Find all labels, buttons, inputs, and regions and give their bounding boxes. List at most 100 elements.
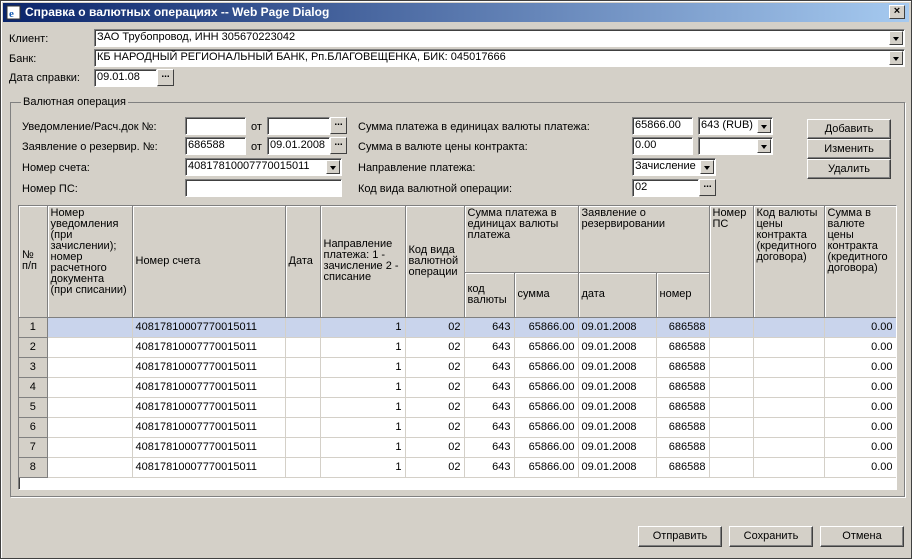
row-number-cell[interactable]: 1 [19,317,48,338]
row-number-cell[interactable]: 2 [19,337,48,358]
col-reserve-date-header[interactable]: дата [578,272,657,318]
reserve-date-cell[interactable]: 09.01.2008 [578,397,657,418]
reserve-date-field[interactable]: 09.01.2008 [267,137,330,155]
date-cell[interactable] [285,337,321,358]
reserve-number-cell[interactable]: 686588 [656,317,710,338]
title-bar[interactable]: e Справка о валютных операциях -- Web Pa… [3,3,909,22]
date-cell[interactable] [285,357,321,378]
account-cell[interactable]: 40817810007770015011 [132,437,286,458]
contract-currency-cell[interactable] [753,337,825,358]
reserve-date-cell[interactable]: 09.01.2008 [578,357,657,378]
chevron-down-icon[interactable] [326,160,340,174]
currency-cell[interactable]: 643 [464,337,515,358]
contract-amount-cell[interactable]: 0.00 [824,317,896,338]
reserve-number-cell[interactable]: 686588 [656,377,710,398]
op-code-picker-button[interactable]: ... [699,179,716,196]
notice-cell[interactable] [47,457,133,478]
account-select[interactable]: 40817810007770015011 [185,158,342,176]
notice-cell[interactable] [47,317,133,338]
op-code-cell[interactable]: 02 [405,317,465,338]
reserve-number-cell[interactable]: 686588 [656,457,710,478]
notice-cell[interactable] [47,357,133,378]
date-cell[interactable] [285,377,321,398]
reserve-number-cell[interactable]: 686588 [656,337,710,358]
row-number-cell[interactable]: 4 [19,377,48,398]
direction-cell[interactable]: 1 [320,397,406,418]
ps-cell[interactable] [709,317,754,338]
client-select[interactable]: ЗАО Трубопровод, ИНН 305670223042 [94,29,905,47]
bank-select[interactable]: КБ НАРОДНЫЙ РЕГИОНАЛЬНЫЙ БАНК, Рп.БЛАГОВ… [94,49,905,67]
contract-amount-cell[interactable]: 0.00 [824,417,896,438]
reserve-number-cell[interactable]: 686588 [656,417,710,438]
col-num-header[interactable]: № п/п [19,206,48,318]
contract-currency-select[interactable] [698,137,773,155]
chevron-down-icon[interactable] [757,119,771,133]
account-cell[interactable]: 40817810007770015011 [132,357,286,378]
notice-date-picker-button[interactable]: ... [330,117,347,134]
account-cell[interactable]: 40817810007770015011 [132,337,286,358]
notice-field[interactable] [185,117,246,135]
contract-currency-cell[interactable] [753,397,825,418]
contract-currency-cell[interactable] [753,457,825,478]
currency-cell[interactable]: 643 [464,397,515,418]
account-cell[interactable]: 40817810007770015011 [132,377,286,398]
table-row[interactable]: 3 40817810007770015011 1 02 643 65866.00 09.01… [19,357,896,378]
notice-cell[interactable] [47,437,133,458]
direction-cell[interactable]: 1 [320,417,406,438]
notice-cell[interactable] [47,337,133,358]
currency-cell[interactable]: 643 [464,377,515,398]
table-row[interactable]: 7 40817810007770015011 1 02 643 65866.00 09.01… [19,437,896,458]
contract-currency-cell[interactable] [753,417,825,438]
amount-field[interactable]: 65866.00 [632,117,693,135]
date-cell[interactable] [285,317,321,338]
op-code-field[interactable]: 02 [632,179,699,197]
table-row[interactable]: 2 40817810007770015011 1 02 643 65866.00 09.01… [19,337,896,358]
amount-cell[interactable]: 65866.00 [514,337,579,358]
direction-cell[interactable]: 1 [320,457,406,478]
ps-cell[interactable] [709,457,754,478]
contract-currency-cell[interactable] [753,377,825,398]
amount-cell[interactable]: 65866.00 [514,377,579,398]
chevron-down-icon[interactable] [889,51,903,65]
currency-select[interactable]: 643 (RUB) [698,117,773,135]
send-button[interactable]: Отправить [638,526,722,547]
col-date-header[interactable]: Дата [285,206,321,318]
col-account-header[interactable]: Номер счета [132,206,286,318]
currency-cell[interactable]: 643 [464,357,515,378]
ps-cell[interactable] [709,437,754,458]
op-code-cell[interactable]: 02 [405,337,465,358]
row-number-cell[interactable]: 3 [19,357,48,378]
date-cell[interactable] [285,397,321,418]
contract-currency-cell[interactable] [753,317,825,338]
save-button[interactable]: Сохранить [729,526,813,547]
date-cell[interactable] [285,417,321,438]
amount-cell[interactable]: 65866.00 [514,457,579,478]
cancel-button[interactable]: Отмена [820,526,904,547]
notice-date-field[interactable] [267,117,330,135]
op-code-cell[interactable]: 02 [405,357,465,378]
col-ps-header[interactable]: Номер ПС [709,206,754,318]
row-number-cell[interactable]: 7 [19,437,48,458]
table-row[interactable]: 1 40817810007770015011 1 02 643 65866.00 09.01… [19,317,896,338]
ps-cell[interactable] [709,337,754,358]
chevron-down-icon[interactable] [889,31,903,45]
contract-amount-cell[interactable]: 0.00 [824,377,896,398]
date-cell[interactable] [285,437,321,458]
contract-currency-cell[interactable] [753,357,825,378]
account-cell[interactable]: 40817810007770015011 [132,317,286,338]
notice-cell[interactable] [47,397,133,418]
reserve-field[interactable]: 686588 [185,137,246,155]
amount-cell[interactable]: 65866.00 [514,357,579,378]
op-code-cell[interactable]: 02 [405,417,465,438]
reserve-date-cell[interactable]: 09.01.2008 [578,377,657,398]
reserve-number-cell[interactable]: 686588 [656,437,710,458]
ps-cell[interactable] [709,377,754,398]
ps-cell[interactable] [709,417,754,438]
chevron-down-icon[interactable] [757,139,771,153]
contract-amount-field[interactable]: 0.00 [632,137,693,155]
reserve-date-cell[interactable]: 09.01.2008 [578,417,657,438]
contract-amount-cell[interactable]: 0.00 [824,357,896,378]
col-contract-amount-header[interactable]: Сумма в валюте цены контракта (кредитног… [824,206,896,318]
table-row[interactable]: 5 40817810007770015011 1 02 643 65866.00 09.01… [19,397,896,418]
ps-field[interactable] [185,179,342,197]
